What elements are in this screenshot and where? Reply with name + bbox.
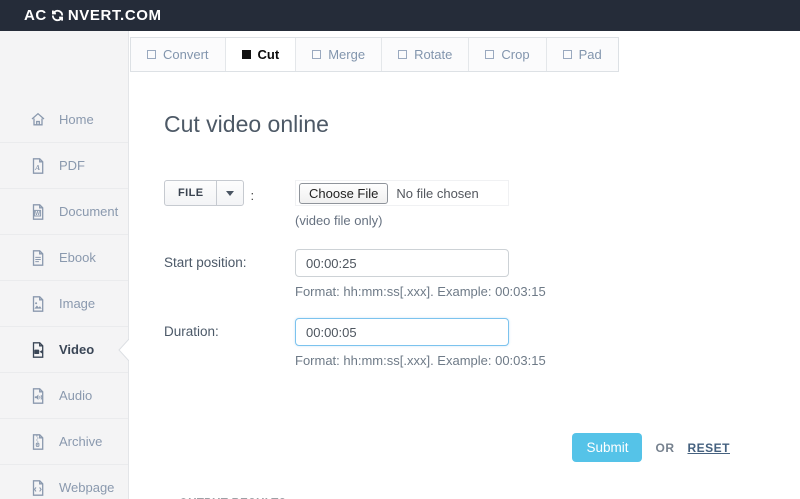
- logo-text-prefix: AC: [24, 7, 47, 24]
- page-title: Cut video online: [164, 111, 800, 138]
- sidebar-item-label: Webpage: [59, 480, 114, 495]
- label-separator: :: [244, 183, 254, 203]
- no-file-chosen-text: No file chosen: [396, 186, 478, 201]
- tool-tabs: Convert Cut Merge Rotate Crop Pad: [130, 37, 619, 72]
- sidebar-item-image[interactable]: Image: [0, 280, 128, 326]
- tab-label: Crop: [501, 47, 529, 62]
- file-type-note: (video file only): [295, 213, 509, 228]
- sidebar-item-pdf[interactable]: A PDF: [0, 142, 128, 188]
- file-source-selector: FILE :: [164, 180, 295, 206]
- form-actions: Submit OR RESET: [198, 433, 730, 462]
- square-outline-icon: [147, 50, 156, 59]
- tab-rotate[interactable]: Rotate: [381, 38, 468, 71]
- top-header: AC NVERT.COM: [0, 0, 800, 31]
- duration-label: Duration:: [164, 318, 295, 339]
- duration-row: Duration: Format: hh:mm:ss[.xxx]. Exampl…: [164, 318, 800, 387]
- word-document-icon: W: [29, 203, 47, 221]
- sidebar-item-label: Image: [59, 296, 95, 311]
- square-outline-icon: [398, 50, 407, 59]
- sidebar-item-audio[interactable]: Audio: [0, 372, 128, 418]
- start-position-input[interactable]: [295, 249, 509, 277]
- chevron-down-icon: [226, 191, 234, 196]
- svg-text:W: W: [35, 211, 40, 217]
- file-source-label: FILE: [165, 181, 216, 205]
- sidebar-item-ebook[interactable]: Ebook: [0, 234, 128, 280]
- file-source-dropdown-button[interactable]: FILE: [164, 180, 244, 206]
- ebook-icon: [29, 249, 47, 267]
- sync-icon: [50, 8, 65, 23]
- tab-label: Rotate: [414, 47, 452, 62]
- start-position-row: Start position: Format: hh:mm:ss[.xxx]. …: [164, 249, 800, 318]
- tab-convert[interactable]: Convert: [131, 38, 225, 71]
- sidebar-item-document[interactable]: W Document: [0, 188, 128, 234]
- tab-label: Convert: [163, 47, 209, 62]
- audio-file-icon: [29, 387, 47, 405]
- square-outline-icon: [485, 50, 494, 59]
- main-content: Convert Cut Merge Rotate Crop Pad Cut vi…: [130, 31, 800, 499]
- sidebar-item-label: Audio: [59, 388, 92, 403]
- sidebar-item-label: Video: [59, 342, 94, 357]
- square-outline-icon: [563, 50, 572, 59]
- logo-text-suffix: NVERT.COM: [68, 7, 162, 24]
- choose-file-button[interactable]: Choose File: [299, 183, 388, 204]
- webpage-file-icon: [29, 479, 47, 497]
- sidebar-item-webpage[interactable]: Webpage: [0, 464, 128, 499]
- cut-video-form: FILE : Choose File No file chosen (video…: [164, 180, 800, 462]
- tab-merge[interactable]: Merge: [295, 38, 381, 71]
- sidebar-list: Home A PDF W Document: [0, 31, 128, 499]
- tab-crop[interactable]: Crop: [468, 38, 545, 71]
- sidebar-item-label: PDF: [59, 158, 85, 173]
- archive-file-icon: [29, 433, 47, 451]
- svg-text:A: A: [34, 163, 40, 172]
- reset-link[interactable]: RESET: [687, 441, 730, 455]
- tab-label: Merge: [328, 47, 365, 62]
- dropdown-caret-section[interactable]: [216, 181, 243, 205]
- tab-cut[interactable]: Cut: [225, 38, 296, 71]
- sidebar-item-label: Ebook: [59, 250, 96, 265]
- start-position-hint: Format: hh:mm:ss[.xxx]. Example: 00:03:1…: [295, 284, 546, 299]
- tab-pad[interactable]: Pad: [546, 38, 618, 71]
- file-row: FILE : Choose File No file chosen (video…: [164, 180, 800, 228]
- tab-label: Pad: [579, 47, 602, 62]
- sidebar-item-home[interactable]: Home: [0, 96, 128, 142]
- square-filled-icon: [242, 50, 251, 59]
- sidebar-item-label: Document: [59, 204, 118, 219]
- sidebar-item-label: Archive: [59, 434, 102, 449]
- image-file-icon: [29, 295, 47, 313]
- duration-hint: Format: hh:mm:ss[.xxx]. Example: 00:03:1…: [295, 353, 546, 368]
- active-item-arrow: [118, 339, 129, 361]
- submit-button[interactable]: Submit: [572, 433, 642, 462]
- sidebar-item-label: Home: [59, 112, 94, 127]
- site-logo[interactable]: AC NVERT.COM: [24, 7, 162, 24]
- start-position-group: Format: hh:mm:ss[.xxx]. Example: 00:03:1…: [295, 249, 546, 318]
- tab-label: Cut: [258, 47, 280, 62]
- file-input-group: Choose File No file chosen (video file o…: [295, 180, 509, 228]
- sidebar: Home A PDF W Document: [0, 31, 129, 499]
- home-icon: [29, 110, 47, 128]
- square-outline-icon: [312, 50, 321, 59]
- duration-input[interactable]: [295, 318, 509, 346]
- file-upload-input[interactable]: Choose File No file chosen: [295, 180, 509, 206]
- sidebar-item-archive[interactable]: Archive: [0, 418, 128, 464]
- sidebar-item-video[interactable]: Video: [0, 326, 128, 372]
- pdf-file-icon: A: [29, 157, 47, 175]
- start-position-label: Start position:: [164, 249, 295, 270]
- duration-group: Format: hh:mm:ss[.xxx]. Example: 00:03:1…: [295, 318, 546, 387]
- or-label: OR: [655, 441, 674, 455]
- video-file-icon: [29, 341, 47, 359]
